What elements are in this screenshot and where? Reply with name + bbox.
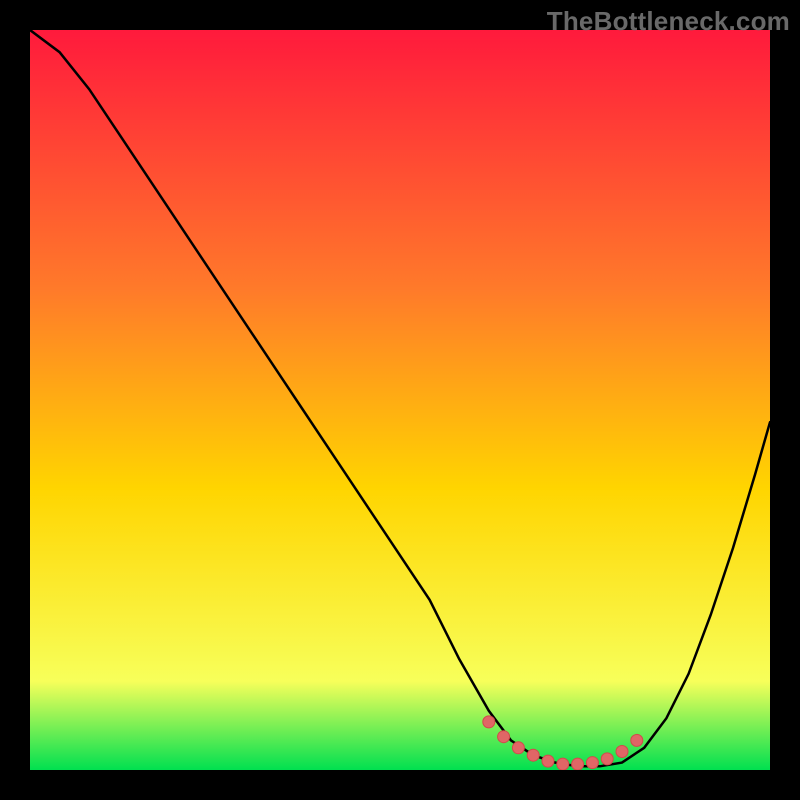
trough-marker bbox=[512, 742, 524, 754]
trough-marker bbox=[616, 746, 628, 758]
bottleneck-chart bbox=[30, 30, 770, 770]
trough-marker bbox=[498, 731, 510, 743]
trough-marker bbox=[601, 753, 613, 765]
trough-marker bbox=[572, 758, 584, 770]
chart-stage: TheBottleneck.com bbox=[0, 0, 800, 800]
trough-marker bbox=[586, 757, 598, 769]
trough-marker bbox=[542, 755, 554, 767]
trough-marker bbox=[631, 734, 643, 746]
trough-marker bbox=[527, 749, 539, 761]
plot-background bbox=[30, 30, 770, 770]
trough-marker bbox=[557, 758, 569, 770]
watermark-text: TheBottleneck.com bbox=[547, 6, 790, 37]
trough-marker bbox=[483, 716, 495, 728]
